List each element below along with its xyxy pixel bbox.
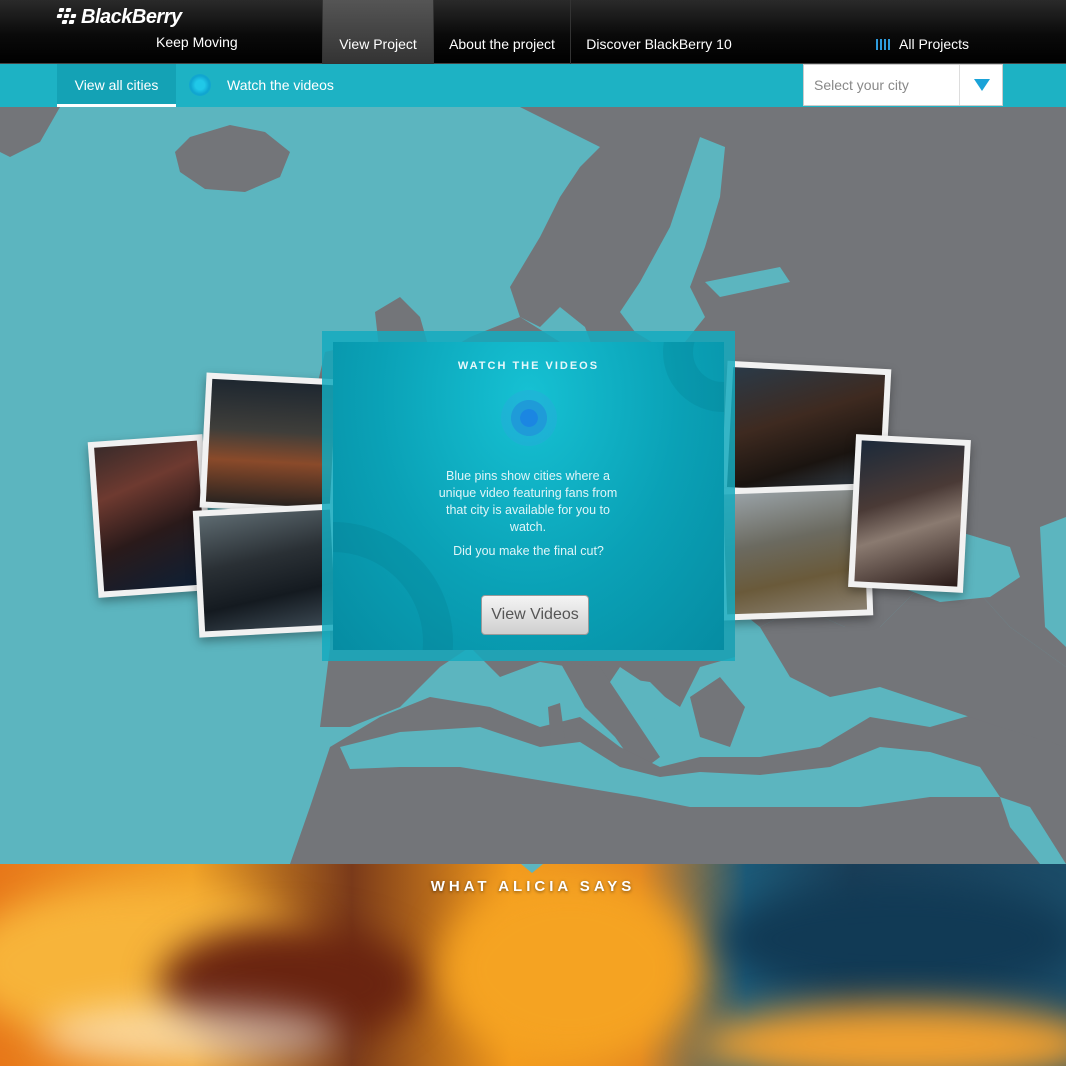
banner-caret [521, 864, 543, 873]
photo-image [94, 440, 207, 592]
fan-photo-group[interactable] [199, 372, 343, 515]
card-decoration [663, 342, 724, 412]
brand-tagline: Keep Moving [156, 34, 238, 50]
card-question: Did you make the final cut? [453, 544, 604, 558]
view-videos-button[interactable]: View Videos [481, 595, 589, 635]
top-navigation-bar: BlackBerry Keep Moving View Project Abou… [0, 0, 1066, 64]
all-projects-link[interactable]: All Projects [876, 36, 969, 52]
photo-image [854, 440, 965, 587]
banner-blur [440, 874, 700, 1064]
banner-blur [40, 1004, 340, 1064]
banner-blur [720, 884, 1066, 994]
card-description: Blue pins show cities where a unique vid… [438, 469, 618, 534]
alicia-banner[interactable]: WHAT ALICIA SAYS [0, 864, 1066, 1066]
blue-pin-icon [189, 74, 211, 96]
photo-image [205, 378, 337, 509]
card-title: WATCH THE VIDEOS [457, 360, 600, 372]
brand-name: BlackBerry [81, 6, 182, 28]
fan-photo-man-hat[interactable] [192, 503, 343, 638]
all-projects-icon [876, 39, 891, 50]
watch-videos-card: WATCH THE VIDEOS Blue pins show cities w… [333, 342, 724, 650]
tab-label: View all cities [74, 77, 159, 93]
nav-about-project[interactable]: About the project [434, 0, 570, 64]
city-select-placeholder: Select your city [814, 77, 909, 93]
banner-title: WHAT ALICIA SAYS [430, 878, 636, 895]
nav-discover-blackberry[interactable]: Discover BlackBerry 10 [571, 0, 747, 64]
tab-watch-videos[interactable]: Watch the videos [227, 64, 334, 107]
photo-image [722, 489, 868, 615]
blackberry-logo-icon [56, 8, 79, 24]
dropdown-arrow-icon[interactable] [974, 79, 990, 91]
card-decoration [333, 522, 453, 650]
all-projects-label: All Projects [899, 36, 970, 52]
fan-photo-turban-man[interactable] [848, 434, 971, 593]
blue-pin-icon [501, 390, 557, 446]
tab-view-all-cities[interactable]: View all cities [57, 64, 176, 114]
city-select-dropdown[interactable]: Select your city [803, 64, 1003, 106]
banner-blur [700, 1004, 1066, 1066]
photo-image [199, 509, 336, 632]
nav-view-project[interactable]: View Project [323, 0, 433, 64]
dropdown-divider [959, 65, 960, 105]
